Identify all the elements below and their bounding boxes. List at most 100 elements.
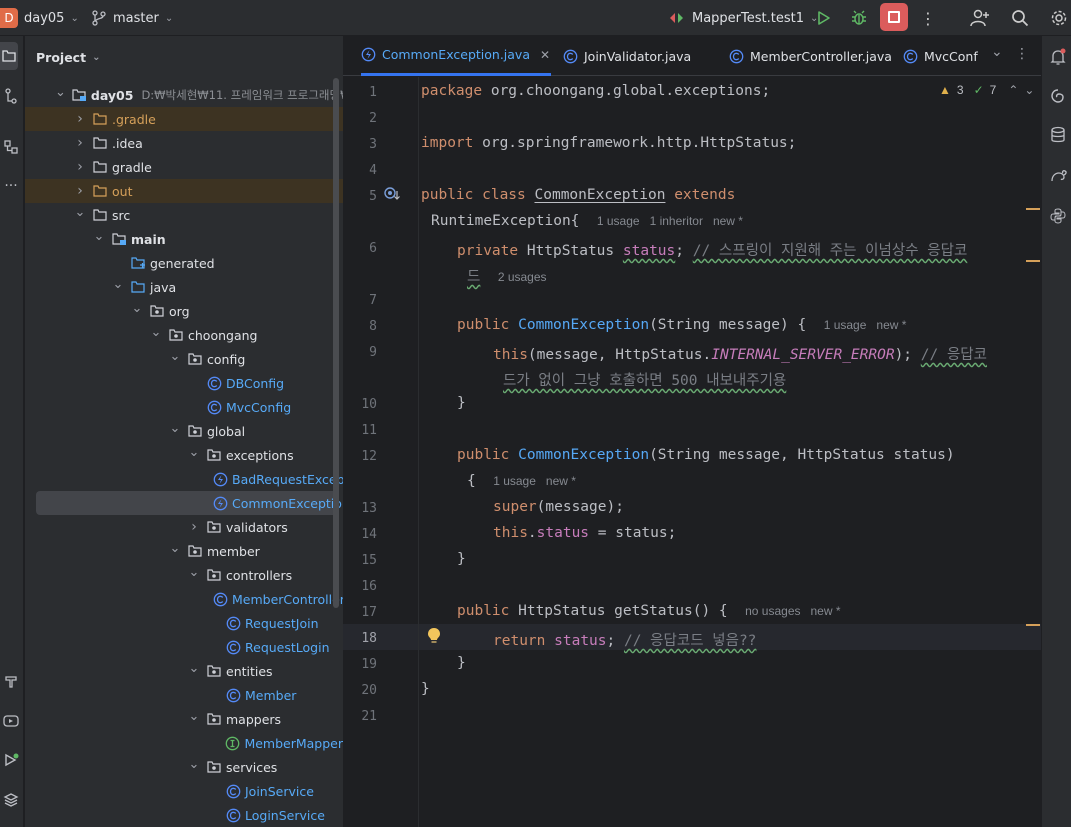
chevron-down-icon[interactable]: ⌄: [169, 541, 181, 556]
chevron-down-icon[interactable]: ⌄: [74, 205, 86, 220]
tree-item-requestlogin[interactable]: RequestLogin: [25, 635, 343, 659]
chevron-down-icon[interactable]: ⌄: [188, 757, 200, 772]
lightbulb-icon[interactable]: [427, 627, 441, 649]
tree-item-org[interactable]: ⌄ org: [25, 299, 343, 323]
tree-item-day05[interactable]: ⌄ day05 D:₩박세현₩11. 프레임워크 프로그래밍₩: [25, 83, 343, 107]
tree-item-gradle[interactable]: › gradle: [25, 155, 343, 179]
warning-marker[interactable]: [1026, 260, 1040, 262]
usage-hint[interactable]: 1 usage new *: [824, 318, 907, 332]
structure-tool-icon[interactable]: [0, 140, 22, 154]
debug-button[interactable]: [850, 0, 868, 36]
chevron-down-icon[interactable]: ⌄: [188, 709, 200, 724]
chevron-down-icon[interactable]: ⌄: [169, 421, 181, 436]
code-line-12: public CommonException(String message, H…: [457, 447, 955, 463]
tree-item-java[interactable]: ⌄ java: [25, 275, 343, 299]
tree-item-main[interactable]: ⌄ main: [25, 227, 343, 251]
panel-header[interactable]: Project ⌄: [36, 50, 100, 65]
chevron-down-icon[interactable]: ⌄: [112, 277, 124, 292]
database-icon[interactable]: [1050, 126, 1066, 147]
tree-item-controllers[interactable]: ⌄ controllers: [25, 563, 343, 587]
tree-item-membermapper[interactable]: MemberMapper: [25, 731, 343, 755]
tree-item-services[interactable]: ⌄ services: [25, 755, 343, 779]
chevron-down-icon[interactable]: ⌄: [1024, 83, 1034, 97]
tree-item-membercontroller[interactable]: MemberController: [25, 587, 343, 611]
implemented-gutter-icon[interactable]: [383, 186, 401, 206]
inspection-widget[interactable]: ▲ 3 ✓ 7 ⌃ ⌄: [939, 83, 1034, 97]
tree-item-choongang[interactable]: ⌄ choongang: [25, 323, 343, 347]
layers-tool-icon[interactable]: [0, 792, 22, 808]
tab-membercontroller-java[interactable]: MemberController.java: [729, 36, 892, 76]
chevron-right-icon[interactable]: ›: [74, 159, 86, 175]
chevron-right-icon[interactable]: ›: [188, 519, 200, 535]
chevron-down-icon[interactable]: ⌄: [169, 349, 181, 364]
tab-joinvalidator-java[interactable]: JoinValidator.java: [563, 36, 691, 76]
tree-item-generated[interactable]: generated: [25, 251, 343, 275]
usage-hint[interactable]: 1 usage new *: [493, 474, 576, 488]
notifications-icon[interactable]: [1050, 48, 1066, 69]
chevron-down-icon[interactable]: ⌄: [150, 325, 162, 340]
chevron-right-icon[interactable]: ›: [74, 183, 86, 199]
chevron-right-icon[interactable]: ›: [74, 111, 86, 127]
tree-item-exceptions[interactable]: ⌄ exceptions: [25, 443, 343, 467]
python-console-icon[interactable]: [1050, 208, 1066, 227]
tree-item-joinservice[interactable]: JoinService: [25, 779, 343, 803]
gradle-icon[interactable]: [1050, 168, 1068, 187]
tree-item-member[interactable]: ⌄ member: [25, 539, 343, 563]
services-tool-icon[interactable]: [0, 714, 22, 728]
run-tool-icon[interactable]: [0, 752, 22, 768]
tree-item-validators[interactable]: › validators: [25, 515, 343, 539]
project-badge[interactable]: D: [0, 8, 18, 28]
project-selector[interactable]: day05 ⌄: [24, 0, 79, 36]
warning-marker[interactable]: [1026, 208, 1040, 210]
code-editor[interactable]: ▲ 3 ✓ 7 ⌃ ⌄ 1 2 3 4 5 6 7 8 9 10 11 12 13 14 15 16 17 18 1…: [343, 77, 1041, 827]
tree-item-badrequestexception[interactable]: BadRequestException: [25, 467, 343, 491]
warning-marker[interactable]: [1026, 624, 1040, 626]
more-actions-icon[interactable]: ⋮: [1015, 46, 1029, 62]
usage-hint[interactable]: 1 usage 1 inheritor new *: [597, 214, 743, 228]
tree-scrollbar[interactable]: [333, 78, 339, 608]
tree-item-out[interactable]: › out: [25, 179, 343, 203]
chevron-down-icon[interactable]: ⌄: [188, 661, 200, 676]
tree-item-dbconfig[interactable]: DBConfig: [25, 371, 343, 395]
search-icon[interactable]: [1011, 0, 1029, 36]
tabs-overflow-icon[interactable]: ⌄: [991, 44, 1003, 60]
run-config-selector[interactable]: MapperTest.test1 ⌄: [692, 0, 818, 36]
more-actions-icon[interactable]: ⋮: [920, 0, 936, 36]
build-tool-icon[interactable]: [0, 674, 22, 688]
branch-selector[interactable]: master ⌄: [113, 0, 173, 36]
tree-item-member[interactable]: Member: [25, 683, 343, 707]
tree-item-global[interactable]: ⌄ global: [25, 419, 343, 443]
tab-mvcconf[interactable]: MvcConf: [903, 36, 978, 76]
commit-tool-icon[interactable]: [0, 88, 22, 104]
chevron-down-icon[interactable]: ⌄: [93, 229, 105, 244]
gear-icon[interactable]: [1050, 0, 1068, 36]
chevron-down-icon[interactable]: ⌄: [188, 565, 200, 580]
run-button[interactable]: [816, 0, 832, 36]
ai-assistant-icon[interactable]: [1050, 88, 1066, 107]
tree-item-requestjoin[interactable]: RequestJoin: [25, 611, 343, 635]
tree-item-entities[interactable]: ⌄ entities: [25, 659, 343, 683]
tree-item-mappers[interactable]: ⌄ mappers: [25, 707, 343, 731]
chevron-down-icon[interactable]: ⌄: [188, 445, 200, 460]
chevron-down-icon[interactable]: ⌄: [131, 301, 143, 316]
usage-hint[interactable]: no usages new *: [745, 604, 840, 618]
generated-folder-icon: [130, 255, 146, 271]
tab-commonexception-java[interactable]: CommonException.java ✕: [361, 36, 551, 76]
close-icon[interactable]: ✕: [540, 48, 550, 62]
chevron-down-icon[interactable]: ⌄: [55, 85, 66, 100]
tree-item-config[interactable]: ⌄ config: [25, 347, 343, 371]
tree-item-mvcconfig[interactable]: MvcConfig: [25, 395, 343, 419]
tree-item-loginservice[interactable]: LoginService: [25, 803, 343, 827]
tree-item-idea[interactable]: › .idea: [25, 131, 343, 155]
chevron-up-icon[interactable]: ⌃: [1008, 83, 1018, 97]
chevron-right-icon[interactable]: ›: [74, 135, 86, 151]
tree-item-gradle[interactable]: › .gradle: [25, 107, 343, 131]
tree-item-commonexception[interactable]: CommonException: [36, 491, 343, 515]
add-user-icon[interactable]: [970, 0, 990, 36]
branch-icon[interactable]: [92, 0, 106, 36]
project-tool-icon[interactable]: [0, 42, 18, 70]
more-tools-icon[interactable]: ···: [0, 178, 22, 194]
stop-button[interactable]: [880, 3, 908, 31]
tree-item-src[interactable]: ⌄ src: [25, 203, 343, 227]
usage-hint[interactable]: 2 usages: [498, 270, 547, 284]
